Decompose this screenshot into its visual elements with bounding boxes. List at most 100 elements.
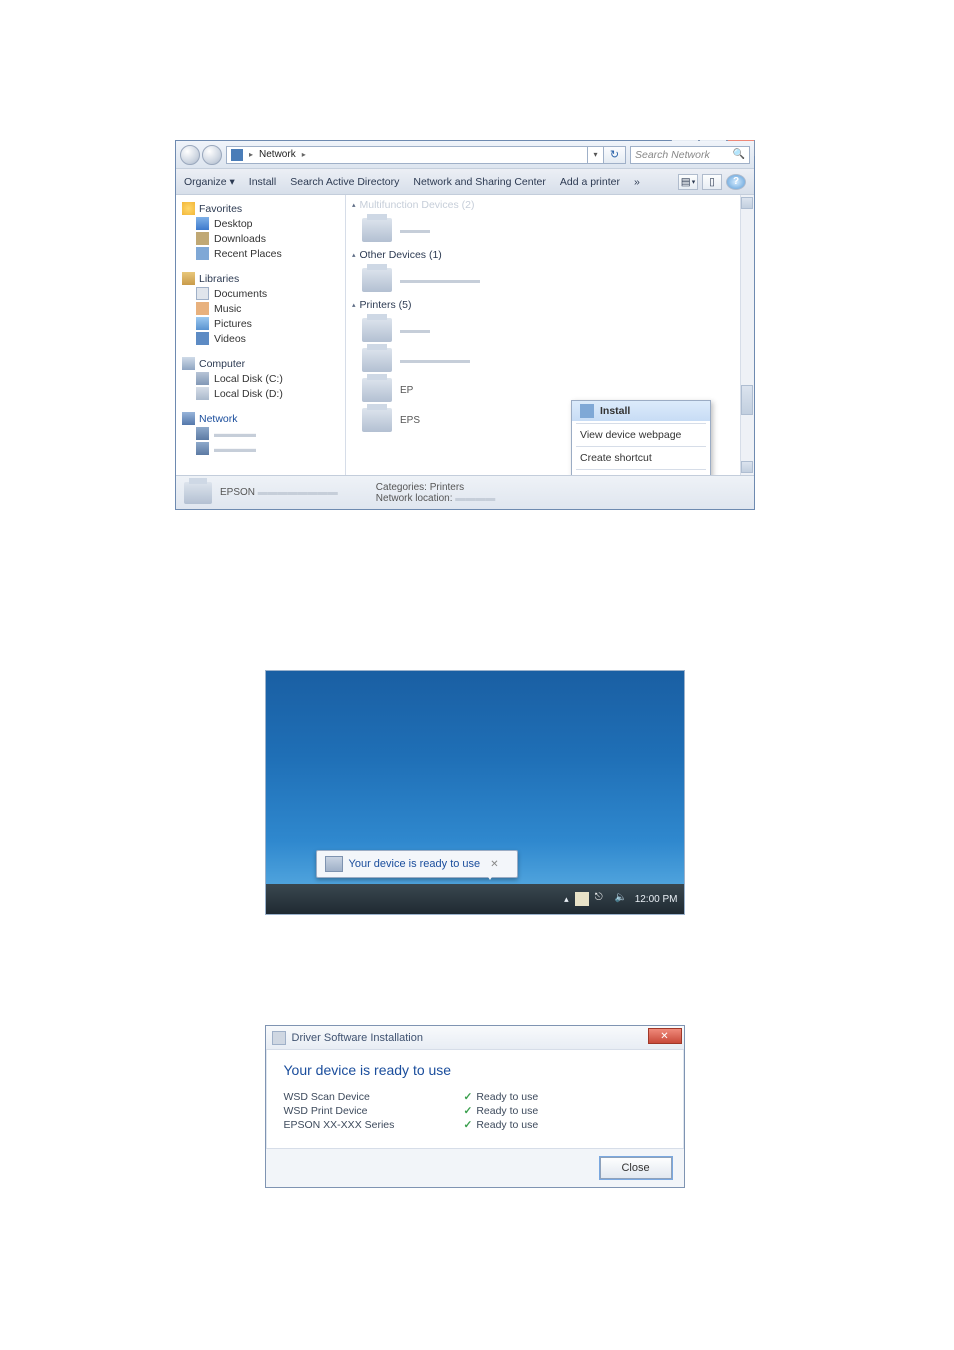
scroll-down-arrow[interactable] bbox=[741, 461, 753, 473]
ctx-install[interactable]: Install bbox=[572, 401, 710, 421]
history-dropdown[interactable]: ▾ bbox=[588, 146, 604, 164]
device-item[interactable]: ▬▬▬▬▬▬▬ bbox=[346, 345, 754, 375]
check-icon: ✓ bbox=[464, 1105, 473, 1117]
ctx-view-webpage[interactable]: View device webpage bbox=[572, 426, 710, 444]
nav-libraries[interactable]: Libraries bbox=[199, 273, 239, 285]
desktop-icon bbox=[196, 217, 209, 230]
pictures-icon bbox=[196, 317, 209, 330]
back-button[interactable] bbox=[180, 145, 200, 165]
separator bbox=[576, 446, 706, 447]
volume-icon[interactable]: 🔈 bbox=[615, 892, 629, 906]
nav-desktop[interactable]: Desktop bbox=[214, 218, 253, 230]
nav-favorites[interactable]: Favorites bbox=[199, 203, 242, 215]
search-icon[interactable]: 🔍 bbox=[733, 149, 745, 160]
categories-value: Printers bbox=[430, 482, 464, 493]
nav-downloads[interactable]: Downloads bbox=[214, 233, 266, 245]
driver-row: WSD Print Device ✓ Ready to use bbox=[284, 1104, 666, 1118]
driver-status: Ready to use bbox=[476, 1105, 538, 1117]
printer-icon bbox=[184, 482, 212, 504]
categories-label: Categories: bbox=[376, 482, 427, 493]
action-center-icon[interactable] bbox=[575, 892, 589, 906]
music-icon bbox=[196, 302, 209, 315]
section-printers: Printers (5) bbox=[360, 299, 412, 311]
toast-text: Your device is ready to use bbox=[349, 858, 481, 870]
driver-row: EPSON XX-XXX Series ✓ Ready to use bbox=[284, 1118, 666, 1132]
printer-icon bbox=[362, 348, 392, 372]
device-item[interactable]: ▬▬▬▬▬▬▬▬ bbox=[346, 265, 754, 295]
nav-pictures[interactable]: Pictures bbox=[214, 318, 252, 330]
section-other: Other Devices (1) bbox=[360, 249, 442, 261]
install-command[interactable]: Install bbox=[249, 176, 276, 188]
separator bbox=[576, 423, 706, 424]
printer-icon bbox=[362, 218, 392, 242]
address-bar[interactable]: ▸ Network ▸ bbox=[226, 146, 588, 164]
close-button[interactable]: ✕ bbox=[648, 1028, 682, 1044]
dialog-title: Driver Software Installation bbox=[292, 1032, 423, 1044]
scroll-thumb[interactable] bbox=[741, 385, 753, 415]
network-center-command[interactable]: Network and Sharing Center bbox=[413, 176, 546, 188]
driver-row: WSD Scan Device ✓ Ready to use bbox=[284, 1090, 666, 1104]
network-node[interactable]: ▬▬▬▬ bbox=[214, 428, 256, 440]
clock[interactable]: 12:00 PM bbox=[635, 894, 678, 905]
chevron-right-icon: ▸ bbox=[247, 150, 255, 159]
navigation-pane: Favorites Desktop Downloads Recent Place… bbox=[176, 195, 346, 475]
desktop-screenshot: Your device is ready to use ✕ ▴ ⎋ 🔈 12:0… bbox=[265, 670, 685, 915]
selected-device-name: EPSON bbox=[220, 487, 255, 498]
search-ad-command[interactable]: Search Active Directory bbox=[290, 176, 399, 188]
device-item[interactable]: ▬▬▬ bbox=[346, 215, 754, 245]
view-options-button[interactable]: ▤▾ bbox=[678, 174, 698, 190]
device-icon bbox=[325, 856, 343, 872]
collapse-icon[interactable]: ▴ bbox=[352, 301, 356, 309]
disk-icon bbox=[196, 387, 209, 400]
network-icon[interactable]: ⎋ bbox=[595, 892, 609, 906]
content-pane: ▴ Multifunction Devices (2) ▬▬▬ ▴ Other De… bbox=[346, 195, 754, 475]
netloc-value: ▬▬▬▬ bbox=[455, 493, 495, 504]
taskbar: ▴ ⎋ 🔈 12:00 PM bbox=[266, 884, 684, 914]
driver-name: EPSON XX-XXX Series bbox=[284, 1119, 464, 1131]
network-node[interactable]: ▬▬▬▬ bbox=[214, 443, 256, 455]
document-icon bbox=[196, 287, 209, 300]
balloon-notification[interactable]: Your device is ready to use ✕ bbox=[316, 850, 518, 878]
search-input[interactable]: Search Network 🔍 bbox=[630, 146, 750, 164]
refresh-button[interactable]: ↻ bbox=[604, 146, 626, 164]
check-icon: ✓ bbox=[464, 1119, 473, 1131]
organize-menu[interactable]: Organize ▾ bbox=[184, 176, 235, 188]
nav-music[interactable]: Music bbox=[214, 303, 241, 315]
close-dialog-button[interactable]: Close bbox=[600, 1157, 672, 1179]
system-tray[interactable]: ▴ ⎋ 🔈 12:00 PM bbox=[564, 892, 677, 906]
more-commands[interactable]: » bbox=[634, 176, 640, 188]
nav-documents[interactable]: Documents bbox=[214, 288, 267, 300]
context-menu: Install View device webpage Create short… bbox=[571, 400, 711, 475]
driver-status: Ready to use bbox=[476, 1119, 538, 1131]
add-printer-command[interactable]: Add a printer bbox=[560, 176, 620, 188]
section-multifunction: Multifunction Devices (2) bbox=[360, 199, 475, 211]
scroll-up-arrow[interactable] bbox=[741, 197, 753, 209]
device-label: EPS bbox=[400, 415, 420, 426]
details-pane: EPSON ▬▬▬▬▬▬▬▬ Categories: Printers Netw… bbox=[176, 475, 754, 509]
dialog-footer: Close bbox=[266, 1148, 684, 1187]
breadcrumb-network[interactable]: Network bbox=[259, 149, 296, 160]
ctx-shortcut-label: Create shortcut bbox=[580, 452, 652, 464]
libraries-icon bbox=[182, 272, 195, 285]
preview-pane-button[interactable]: ▯ bbox=[702, 174, 722, 190]
close-icon[interactable]: ✕ bbox=[490, 859, 498, 870]
nav-recent[interactable]: Recent Places bbox=[214, 248, 282, 260]
nav-computer[interactable]: Computer bbox=[199, 358, 245, 370]
ctx-create-shortcut[interactable]: Create shortcut bbox=[572, 449, 710, 467]
nav-local-c[interactable]: Local Disk (C:) bbox=[214, 373, 283, 385]
explorer-window: ─ ▢ ✕ ▸ Network ▸ ▾ ↻ Search Network 🔍 O… bbox=[175, 140, 755, 510]
device-item[interactable]: ▬▬▬ bbox=[346, 315, 754, 345]
vertical-scrollbar[interactable] bbox=[740, 195, 754, 475]
computer-node-icon bbox=[196, 442, 209, 455]
ctx-properties[interactable]: Properties bbox=[572, 472, 710, 475]
forward-button[interactable] bbox=[202, 145, 222, 165]
nav-network[interactable]: Network bbox=[199, 413, 238, 425]
nav-local-d[interactable]: Local Disk (D:) bbox=[214, 388, 283, 400]
nav-videos[interactable]: Videos bbox=[214, 333, 246, 345]
driver-status: Ready to use bbox=[476, 1091, 538, 1103]
help-button[interactable]: ? bbox=[726, 174, 746, 190]
tray-chevron-up-icon[interactable]: ▴ bbox=[564, 894, 569, 905]
separator bbox=[576, 469, 706, 470]
collapse-icon[interactable]: ▴ bbox=[352, 251, 356, 259]
collapse-icon[interactable]: ▴ bbox=[352, 201, 356, 209]
